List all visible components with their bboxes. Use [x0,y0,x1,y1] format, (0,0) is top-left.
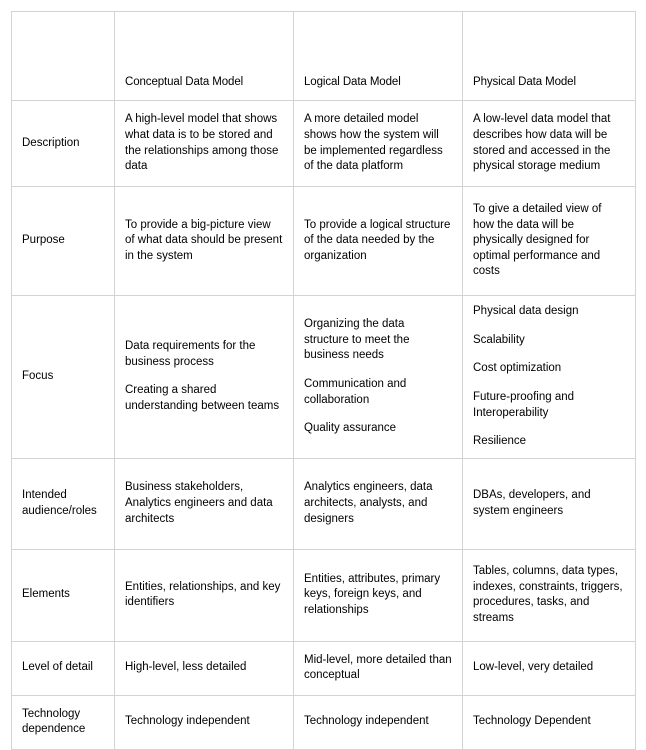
table-row: Focus Data requirements for the business… [11,295,636,459]
cell-description-conceptual: A high-level model that shows what data … [114,100,294,187]
cell-paragraph: Technology independent [304,715,429,728]
cell-paragraph: Low-level, very detailed [473,661,594,674]
cell-paragraph: Data requirements for the business proce… [125,340,256,368]
cell-paragraph: Creating a shared understanding between … [125,384,280,412]
cell-paragraph: To provide a logical structure of the da… [304,218,451,262]
cell-paragraph: Tables, columns, data types, indexes, co… [473,565,623,624]
table-header-row: Conceptual Data Model Logical Data Model… [11,11,636,101]
cell-description-logical: A more detailed model shows how the syst… [293,100,463,187]
cell-technology-conceptual: Technology independent [114,694,294,750]
table-row: Elements Entities, relationships, and ke… [11,548,636,642]
cell-focus-logical: Organizing the data structure to meet th… [293,295,463,459]
row-label-level-of-detail: Level of detail [11,640,115,696]
cell-paragraph: Entities, relationships, and key identif… [125,580,281,609]
table-row: Description A high-level model that show… [11,100,636,187]
cell-purpose-conceptual: To provide a big-picture view of what da… [114,186,294,296]
table-row: Intended audience/roles Business stakeho… [11,457,636,550]
cell-purpose-physical: To give a detailed view of how the data … [462,186,636,296]
cell-paragraph: To provide a big-picture view of what da… [125,218,283,262]
row-label-description: Description [11,100,115,187]
table-head: Conceptual Data Model Logical Data Model… [11,11,636,101]
table-corner-cell [11,11,115,101]
cell-level-conceptual: High-level, less detailed [114,640,294,696]
comparison-table-container: Conceptual Data Model Logical Data Model… [11,11,636,750]
cell-paragraph: Scalability [473,333,525,346]
row-label-focus: Focus [11,295,115,459]
column-header-logical: Logical Data Model [293,11,463,101]
cell-paragraph: Entities, attributes, primary keys, fore… [304,572,441,617]
table-row: Purpose To provide a big-picture view of… [11,186,636,296]
cell-paragraph: Future-proofing and Interoperability [473,390,575,419]
row-label-elements: Elements [11,548,115,642]
cell-paragraph: Business stakeholders, Analytics enginee… [125,481,273,525]
cell-paragraph: Resilience [473,435,527,448]
cell-paragraph: Physical data design [473,305,579,317]
cell-focus-physical: Physical data design Scalability Cost op… [462,295,636,459]
cell-paragraph: A low-level data model that describes ho… [473,113,611,173]
cell-paragraph: Technology Dependent [473,715,591,728]
cell-audience-logical: Analytics engineers, data architects, an… [293,457,463,550]
cell-paragraph: To give a detailed view of how the data … [473,202,602,278]
cell-paragraph: Quality assurance [304,422,397,435]
column-header-conceptual: Conceptual Data Model [114,11,294,101]
table-row: Level of detail High-level, less detaile… [11,640,636,696]
row-label-intended-audience: Intended audience/roles [11,457,115,550]
cell-elements-conceptual: Entities, relationships, and key identif… [114,548,294,642]
cell-focus-conceptual: Data requirements for the business proce… [114,295,294,459]
data-model-comparison-table: Conceptual Data Model Logical Data Model… [11,11,636,750]
cell-paragraph: Cost optimization [473,362,562,375]
cell-paragraph: Analytics engineers, data architects, an… [304,481,433,525]
cell-paragraph: Communication and collaboration [304,377,407,406]
cell-level-physical: Low-level, very detailed [462,640,636,696]
row-label-technology-dependence: Technology dependence [11,694,115,750]
cell-paragraph: Mid-level, more detailed than conceptual [304,653,452,682]
cell-paragraph: Technology independent [125,715,250,728]
cell-audience-conceptual: Business stakeholders, Analytics enginee… [114,457,294,550]
cell-technology-physical: Technology Dependent [462,694,636,750]
cell-level-logical: Mid-level, more detailed than conceptual [293,640,463,696]
table-body: Description A high-level model that show… [11,100,636,750]
cell-elements-physical: Tables, columns, data types, indexes, co… [462,548,636,642]
cell-paragraph: Organizing the data structure to meet th… [304,318,410,362]
row-label-purpose: Purpose [11,186,115,296]
cell-elements-logical: Entities, attributes, primary keys, fore… [293,548,463,642]
cell-paragraph: DBAs, developers, and system engineers [473,489,591,517]
cell-paragraph: High-level, less detailed [125,661,247,674]
cell-paragraph: A high-level model that shows what data … [125,113,279,173]
cell-paragraph: A more detailed model shows how the syst… [304,113,443,173]
cell-audience-physical: DBAs, developers, and system engineers [462,457,636,550]
column-header-physical: Physical Data Model [462,11,636,101]
table-row: Technology dependence Technology indepen… [11,694,636,750]
cell-technology-logical: Technology independent [293,694,463,750]
cell-purpose-logical: To provide a logical structure of the da… [293,186,463,296]
cell-description-physical: A low-level data model that describes ho… [462,100,636,187]
